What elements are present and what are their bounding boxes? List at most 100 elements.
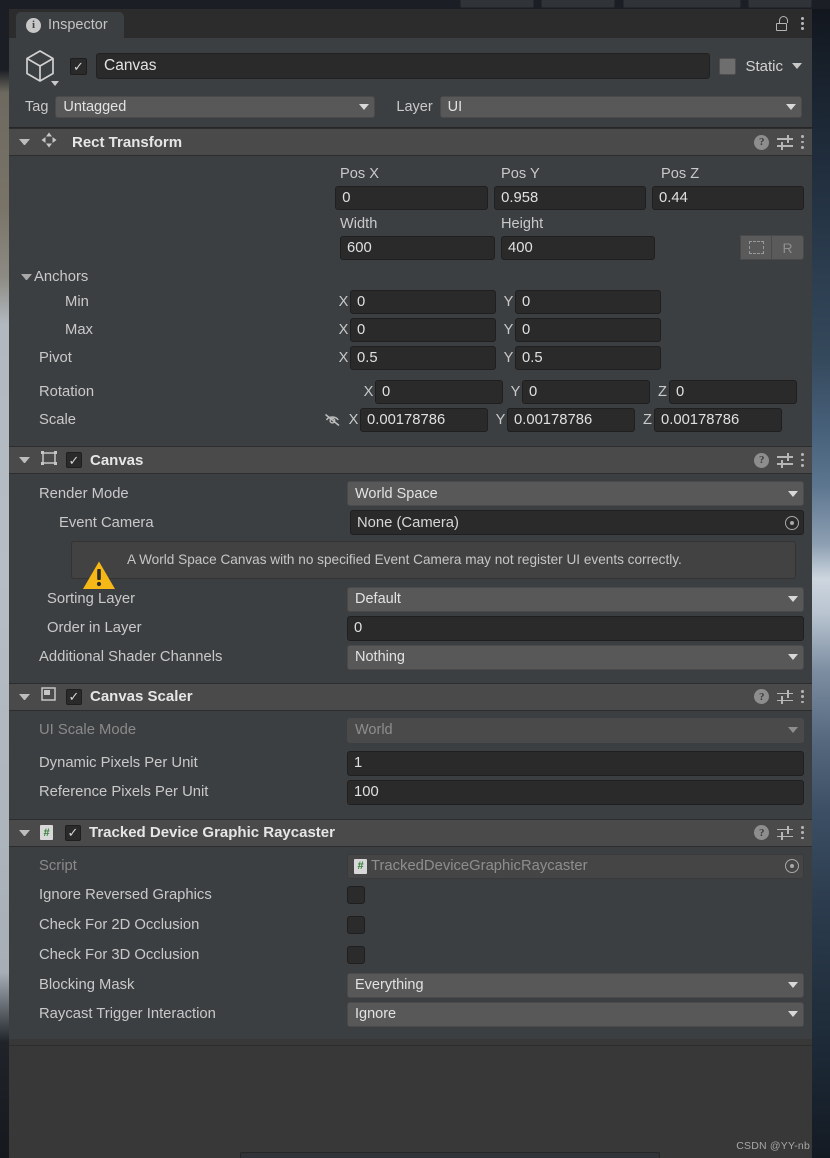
- component-title: Canvas: [90, 451, 144, 469]
- raw-edit-mode-button[interactable]: R: [772, 235, 804, 260]
- gameobject-name-input[interactable]: Canvas: [96, 53, 711, 79]
- toolbar-segment: [748, 0, 812, 8]
- axis-y-label: Y: [510, 383, 521, 400]
- axis-y-label: Y: [503, 293, 514, 310]
- object-picker-icon: [785, 859, 799, 874]
- script-icon: #: [40, 825, 53, 841]
- script-objectfield: # TrackedDeviceGraphicRaycaster: [347, 853, 804, 879]
- pos-z-input[interactable]: 0.44: [652, 185, 804, 210]
- canvas-enabled-checkbox[interactable]: ✓: [66, 452, 82, 468]
- rect-transform-icon: [40, 131, 58, 154]
- object-picker-icon[interactable]: [785, 515, 799, 530]
- layer-label: Layer: [396, 99, 433, 115]
- kebab-menu-icon[interactable]: [801, 453, 804, 467]
- event-camera-objectfield[interactable]: None (Camera): [350, 510, 804, 535]
- axis-z-label: Z: [658, 383, 667, 400]
- help-icon[interactable]: ?: [754, 452, 770, 468]
- pos-z-label: Pos Z: [661, 166, 700, 182]
- component-header-tracked-device-graphic-raycaster[interactable]: # ✓ Tracked Device Graphic Raycaster ?: [9, 818, 812, 847]
- kebab-menu-icon[interactable]: [801, 16, 804, 31]
- pivot-x-input[interactable]: 0.5: [350, 345, 496, 370]
- pos-y-input[interactable]: 0.958: [494, 185, 647, 210]
- tab-inspector-label: Inspector: [48, 17, 108, 33]
- ui-scale-mode-dropdown: World: [347, 717, 804, 743]
- pos-x-input[interactable]: 0: [335, 185, 489, 210]
- foldout-arrow-icon[interactable]: [19, 693, 30, 700]
- render-mode-dropdown[interactable]: World Space: [347, 481, 804, 506]
- component-title: Canvas Scaler: [90, 688, 193, 706]
- anchors-foldout-icon[interactable]: [21, 274, 32, 280]
- layer-dropdown[interactable]: UI: [439, 96, 802, 118]
- gameobject-enabled-checkbox[interactable]: ✓: [70, 57, 87, 75]
- canvas-scaler-enabled-checkbox[interactable]: ✓: [66, 688, 82, 705]
- tag-value: Untagged: [63, 99, 127, 115]
- check-for-3d-occlusion-checkbox[interactable]: [347, 946, 365, 965]
- preset-settings-icon[interactable]: [777, 689, 794, 705]
- tag-dropdown[interactable]: Untagged: [55, 96, 376, 118]
- blueprint-mode-button[interactable]: [740, 235, 772, 260]
- kebab-menu-icon[interactable]: [801, 825, 804, 840]
- foldout-arrow-icon[interactable]: [19, 139, 30, 145]
- scale-x-input[interactable]: 0.00178786: [360, 407, 488, 432]
- unity-editor-window: i Inspector ✓ Canvas Static Tag Untagged…: [0, 0, 830, 1158]
- blocking-mask-dropdown[interactable]: Everything: [347, 972, 804, 998]
- render-mode-value: World Space: [355, 485, 438, 502]
- link-off-icon[interactable]: [317, 413, 347, 427]
- tag-label: Tag: [25, 99, 49, 115]
- anchor-min-x-input[interactable]: 0: [350, 289, 496, 314]
- axis-y-label: Y: [495, 411, 506, 428]
- pivot-y-input[interactable]: 0.5: [515, 345, 661, 370]
- reference-pixels-input[interactable]: 100: [347, 779, 804, 805]
- preset-settings-icon[interactable]: [777, 453, 794, 468]
- dynamic-pixels-input[interactable]: 1: [347, 750, 804, 776]
- anchor-max-y-input[interactable]: 0: [515, 317, 661, 342]
- tab-inspector[interactable]: i Inspector: [16, 12, 124, 38]
- height-input[interactable]: 400: [501, 235, 655, 260]
- rotation-y-input[interactable]: 0: [522, 379, 650, 404]
- canvas-warning-text: A World Space Canvas with no specified E…: [127, 552, 682, 567]
- preset-settings-icon[interactable]: [777, 825, 794, 841]
- reference-pixels-label: Reference Pixels Per Unit: [39, 784, 209, 801]
- check-for-2d-occlusion-label: Check For 2D Occlusion: [39, 917, 200, 934]
- axis-z-label: Z: [643, 411, 652, 428]
- scale-y-input[interactable]: 0.00178786: [507, 407, 635, 432]
- preset-settings-icon[interactable]: [777, 135, 794, 150]
- foldout-arrow-icon[interactable]: [19, 829, 30, 836]
- kebab-menu-icon[interactable]: [801, 689, 804, 704]
- component-header-canvas[interactable]: ✓ Canvas ?: [9, 446, 812, 474]
- additional-shader-channels-dropdown[interactable]: Nothing: [347, 644, 804, 670]
- anchors-label: Anchors: [34, 269, 89, 285]
- foldout-arrow-icon[interactable]: [19, 457, 30, 463]
- help-icon[interactable]: ?: [754, 134, 770, 150]
- static-checkbox[interactable]: [719, 57, 737, 75]
- raycaster-body: Script # TrackedDeviceGraphicRaycaster I…: [9, 846, 812, 1039]
- sorting-layer-dropdown[interactable]: Default: [347, 586, 804, 612]
- chevron-down-icon[interactable]: [792, 63, 802, 69]
- rotation-x-input[interactable]: 0: [375, 379, 503, 404]
- axis-y-label: Y: [503, 321, 514, 338]
- width-label: Width: [340, 216, 378, 232]
- order-in-layer-input[interactable]: 0: [347, 615, 804, 641]
- raycast-trigger-interaction-dropdown[interactable]: Ignore: [347, 1001, 804, 1027]
- component-header-canvas-scaler[interactable]: ✓ Canvas Scaler ?: [9, 682, 812, 711]
- ui-scale-mode-value: World: [355, 722, 393, 739]
- help-icon[interactable]: ?: [754, 689, 770, 705]
- anchor-max-x-input[interactable]: 0: [350, 317, 496, 342]
- gameobject-cube-icon[interactable]: [19, 45, 61, 87]
- ui-scale-mode-label: UI Scale Mode: [39, 722, 137, 739]
- anchor-min-y-input[interactable]: 0: [515, 289, 661, 314]
- ignore-reversed-graphics-checkbox[interactable]: [347, 886, 365, 905]
- help-icon[interactable]: ?: [754, 825, 770, 841]
- kebab-menu-icon[interactable]: [801, 135, 804, 149]
- raycaster-enabled-checkbox[interactable]: ✓: [65, 824, 81, 841]
- canvas-warning-box: A World Space Canvas with no specified E…: [71, 541, 796, 589]
- component-header-rect-transform[interactable]: Rect Transform ?: [9, 128, 812, 156]
- lock-open-icon[interactable]: [775, 16, 789, 31]
- rotation-z-input[interactable]: 0: [669, 379, 797, 404]
- check-for-2d-occlusion-checkbox[interactable]: [347, 916, 365, 935]
- canvas-icon: [40, 450, 58, 471]
- scale-z-input[interactable]: 0.00178786: [654, 407, 782, 432]
- additional-shader-channels-value: Nothing: [355, 649, 405, 666]
- top-toolbar-strip: [0, 0, 830, 9]
- width-input[interactable]: 600: [340, 235, 495, 260]
